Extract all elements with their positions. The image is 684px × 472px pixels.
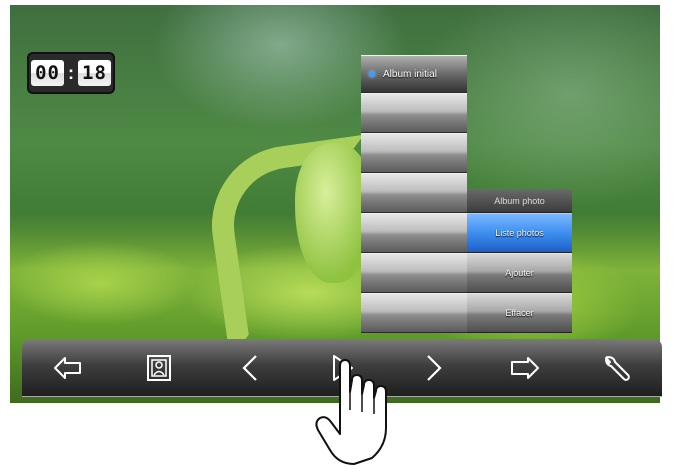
forward-button[interactable] [505,348,545,388]
next-button[interactable] [413,348,453,388]
main-menu: Album initial [361,55,467,333]
timer-seconds: 18 [78,60,111,86]
menu-item-empty[interactable] [361,173,467,213]
timer-minutes: 00 [31,60,64,86]
menu-item-empty[interactable] [361,93,467,133]
back-button[interactable] [48,348,88,388]
previous-button[interactable] [231,348,271,388]
timer-display: 00 : 18 [27,52,115,94]
submenu-title: Album photo [467,189,572,213]
submenu-item-liste-photos[interactable]: Liste photos [467,213,572,253]
touch-hand-icon [315,359,387,465]
menu-item-empty[interactable] [361,253,467,293]
timer-separator: : [68,62,74,83]
contact-photo-icon [147,355,172,381]
chevron-right-icon [427,355,442,381]
back-icon [53,357,81,379]
settings-button[interactable] [596,348,636,388]
contact-photo-button[interactable] [139,348,179,388]
menu-item-empty[interactable] [361,293,467,333]
wrench-icon [605,356,631,381]
menu-item-empty[interactable] [361,213,467,253]
menu-item-label: Album initial [383,68,437,80]
album-photo-submenu: Album photo Liste photos Ajouter Effacer [467,189,572,333]
forward-icon [510,357,539,379]
menu-item-album-initial[interactable]: Album initial [361,55,467,93]
active-indicator-icon [369,71,375,77]
chevron-left-icon [241,355,257,381]
submenu-item-ajouter[interactable]: Ajouter [467,253,572,293]
menu-item-empty[interactable] [361,133,467,173]
submenu-item-effacer[interactable]: Effacer [467,293,572,333]
